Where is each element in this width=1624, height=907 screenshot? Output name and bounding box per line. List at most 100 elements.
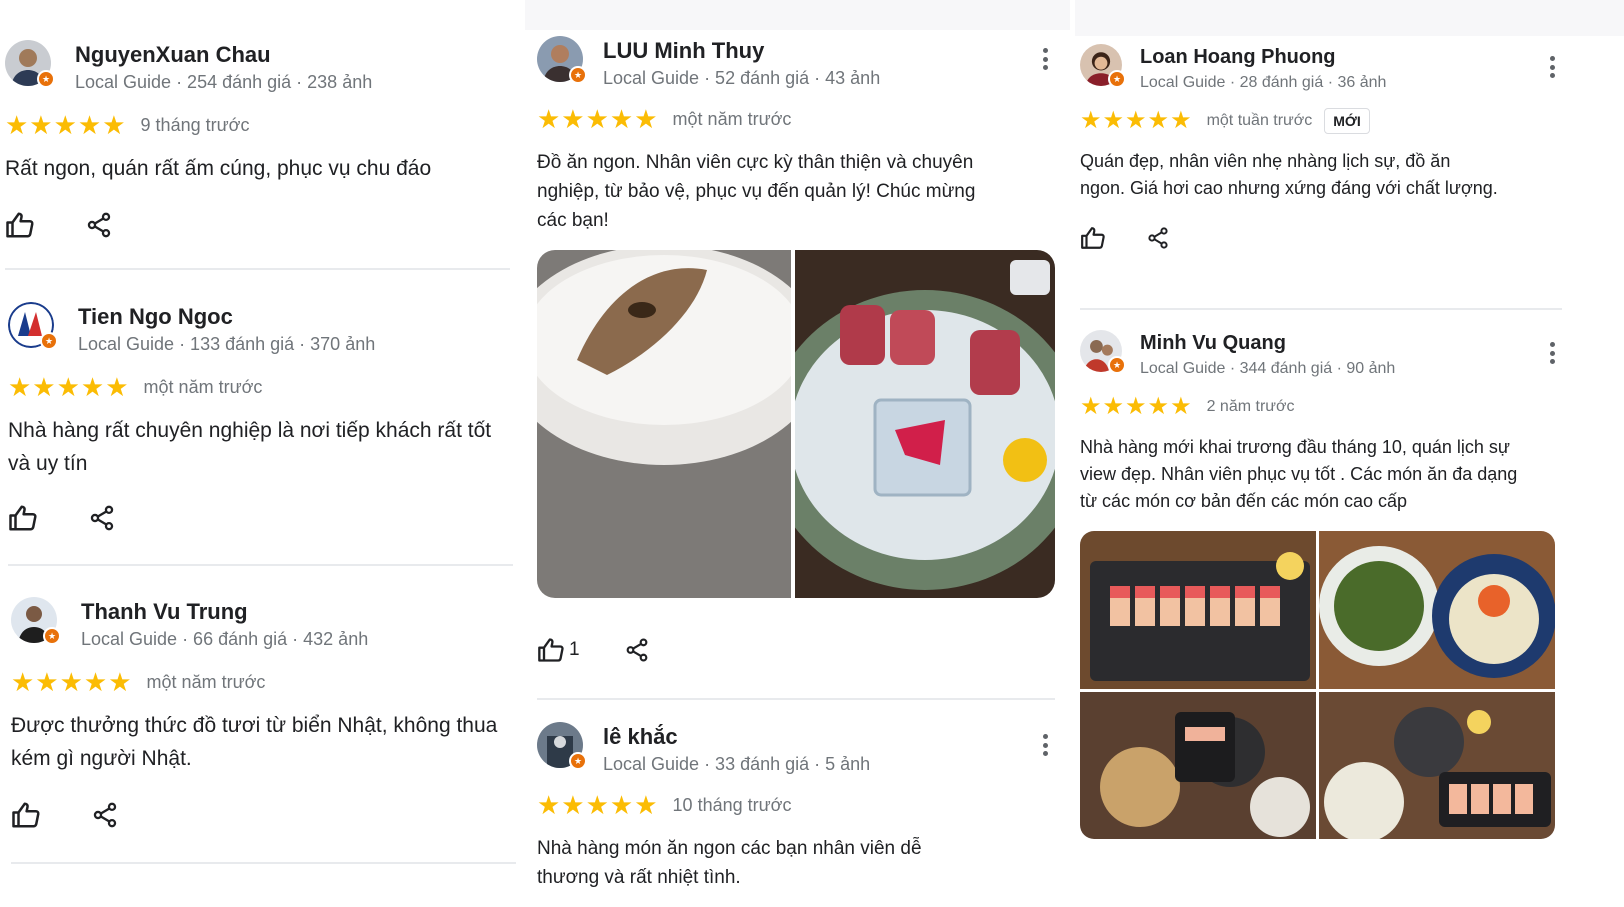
review-actions xyxy=(11,795,516,835)
review-time: một năm trước xyxy=(143,376,263,397)
like-button[interactable]: 1 xyxy=(537,636,580,664)
rating-row: ★★★★★ 9 tháng trước xyxy=(5,110,510,140)
thumbs-up-icon xyxy=(11,800,41,830)
reviewer-name[interactable]: LUU Minh Thuy xyxy=(603,38,764,64)
review-photo[interactable] xyxy=(1319,531,1555,689)
review-text: Đồ ăn ngon. Nhân viên cực kỳ thân thiện … xyxy=(537,152,976,231)
rating-row: ★★★★★ một năm trước xyxy=(8,372,513,402)
review-actions: 1 xyxy=(537,630,650,670)
reviewer-name[interactable]: Minh Vu Quang xyxy=(1140,332,1286,355)
review-header: ★ LUU Minh Thuy Local Guide · 52 đánh gi… xyxy=(537,36,1055,96)
divider xyxy=(537,698,1055,700)
review-header: ★ Thanh Vu Trung Local Guide · 66 đánh g… xyxy=(11,597,516,657)
review-column-right: ★ Loan Hoang Phuong Local Guide · 28 đán… xyxy=(1075,0,1624,907)
review-card: ★ Tien Ngo Ngoc Local Guide · 133 đánh g… xyxy=(8,302,513,538)
thumbs-up-icon xyxy=(8,503,38,533)
rating-row: ★★★★★ 10 tháng trước xyxy=(537,790,1055,820)
review-photo[interactable] xyxy=(1319,692,1555,839)
reviewer-name[interactable]: lê khắc xyxy=(603,724,678,750)
like-button[interactable] xyxy=(1080,225,1106,251)
star-rating: ★★★★★ xyxy=(1080,393,1193,420)
avatar[interactable]: ★ xyxy=(11,597,61,645)
share-icon xyxy=(91,801,119,829)
review-text: Nhà hàng rất chuyên nghiệp là nơi tiếp k… xyxy=(8,419,492,475)
reviewer-meta: Local Guide · 52 đánh giá · 43 ảnh xyxy=(603,68,881,88)
review-card: ★ lê khắc Local Guide · 33 đánh giá · 5 … xyxy=(537,722,1055,892)
review-text: Được thưởng thức đồ tươi từ biển Nhật, k… xyxy=(11,714,498,770)
like-button[interactable] xyxy=(11,800,41,830)
star-rating: ★★★★★ xyxy=(537,790,659,820)
reviewer-meta: Local Guide · 66 đánh giá · 432 ảnh xyxy=(81,629,369,649)
local-guide-star-icon: ★ xyxy=(569,752,587,770)
food-photo xyxy=(1319,531,1555,689)
reviewer-name[interactable]: NguyenXuan Chau xyxy=(75,42,271,68)
share-button[interactable] xyxy=(624,637,650,663)
like-button[interactable] xyxy=(5,210,35,240)
review-header: ★ Tien Ngo Ngoc Local Guide · 133 đánh g… xyxy=(8,302,513,362)
share-icon xyxy=(624,637,650,663)
share-button[interactable] xyxy=(85,211,113,239)
reviewer-name[interactable]: Tien Ngo Ngoc xyxy=(78,304,233,330)
avatar[interactable]: ★ xyxy=(5,40,55,88)
review-column-middle: ★ LUU Minh Thuy Local Guide · 52 đánh gi… xyxy=(525,0,1070,907)
food-photo xyxy=(537,250,791,598)
divider xyxy=(8,564,513,566)
review-header: ★ Minh Vu Quang Local Guide · 344 đánh g… xyxy=(1080,330,1562,390)
reviewer-meta: Local Guide · 133 đánh giá · 370 ảnh xyxy=(78,334,376,354)
local-guide-star-icon: ★ xyxy=(40,332,58,350)
more-vert-icon[interactable] xyxy=(1035,44,1055,74)
rating-row: ★★★★★ 2 năm trước xyxy=(1080,392,1562,422)
thumbs-up-icon xyxy=(1080,225,1106,251)
reviewer-name[interactable]: Loan Hoang Phuong xyxy=(1140,46,1336,69)
review-actions xyxy=(8,498,513,538)
more-vert-icon[interactable] xyxy=(1542,338,1562,368)
review-text: Nhà hàng mới khai trương đầu tháng 10, q… xyxy=(1080,437,1518,511)
review-time: 9 tháng trước xyxy=(140,114,250,135)
new-badge: MỚI xyxy=(1324,108,1370,134)
local-guide-star-icon: ★ xyxy=(1108,70,1126,88)
reviewer-meta: Local Guide · 28 đánh giá · 36 ảnh xyxy=(1140,74,1387,91)
divider xyxy=(5,268,510,270)
review-time: một năm trước xyxy=(146,671,266,692)
reviewer-name[interactable]: Thanh Vu Trung xyxy=(81,599,248,625)
review-actions xyxy=(5,205,510,245)
thumbs-up-icon xyxy=(537,636,565,664)
avatar[interactable]: ★ xyxy=(537,722,587,770)
share-icon xyxy=(1146,226,1170,250)
local-guide-star-icon: ★ xyxy=(1108,356,1126,374)
avatar[interactable]: ★ xyxy=(1080,330,1126,374)
like-button[interactable] xyxy=(8,503,38,533)
star-rating: ★★★★★ xyxy=(8,372,130,402)
review-photo[interactable] xyxy=(795,250,1055,598)
review-text: Rất ngon, quán rất ấm cúng, phục vụ chu … xyxy=(5,157,432,180)
review-photo[interactable] xyxy=(1080,531,1316,689)
share-button[interactable] xyxy=(91,801,119,829)
like-count: 1 xyxy=(569,639,580,660)
star-rating: ★★★★★ xyxy=(11,667,133,697)
review-card: ★ LUU Minh Thuy Local Guide · 52 đánh gi… xyxy=(537,36,1055,235)
more-vert-icon[interactable] xyxy=(1035,730,1055,760)
review-text: Quán đẹp, nhân viên nhẹ nhàng lịch sự, đ… xyxy=(1080,151,1498,198)
review-card: ★ Minh Vu Quang Local Guide · 344 đánh g… xyxy=(1080,330,1562,515)
reviewer-meta: Local Guide · 344 đánh giá · 90 ảnh xyxy=(1140,360,1396,377)
avatar[interactable]: ★ xyxy=(8,302,58,350)
local-guide-star-icon: ★ xyxy=(569,66,587,84)
review-text: Nhà hàng món ăn ngon các bạn nhân viên d… xyxy=(537,838,922,888)
reviewer-meta: Local Guide · 254 đánh giá · 238 ảnh xyxy=(75,72,373,92)
review-photo[interactable] xyxy=(537,250,791,598)
review-column-left: ★ NguyenXuan Chau Local Guide · 254 đánh… xyxy=(0,0,520,907)
local-guide-star-icon: ★ xyxy=(43,627,61,645)
thumbs-up-icon xyxy=(5,210,35,240)
star-rating: ★★★★★ xyxy=(537,104,659,134)
review-photo[interactable] xyxy=(1080,692,1316,839)
share-icon xyxy=(88,504,116,532)
rating-row: ★★★★★ một năm trước xyxy=(537,104,1055,134)
review-actions xyxy=(1080,218,1562,258)
more-vert-icon[interactable] xyxy=(1542,52,1562,82)
food-photo xyxy=(795,250,1055,598)
share-button[interactable] xyxy=(88,504,116,532)
review-header: ★ NguyenXuan Chau Local Guide · 254 đánh… xyxy=(5,40,510,100)
share-button[interactable] xyxy=(1146,226,1170,250)
avatar[interactable]: ★ xyxy=(1080,44,1126,88)
avatar[interactable]: ★ xyxy=(537,36,587,84)
